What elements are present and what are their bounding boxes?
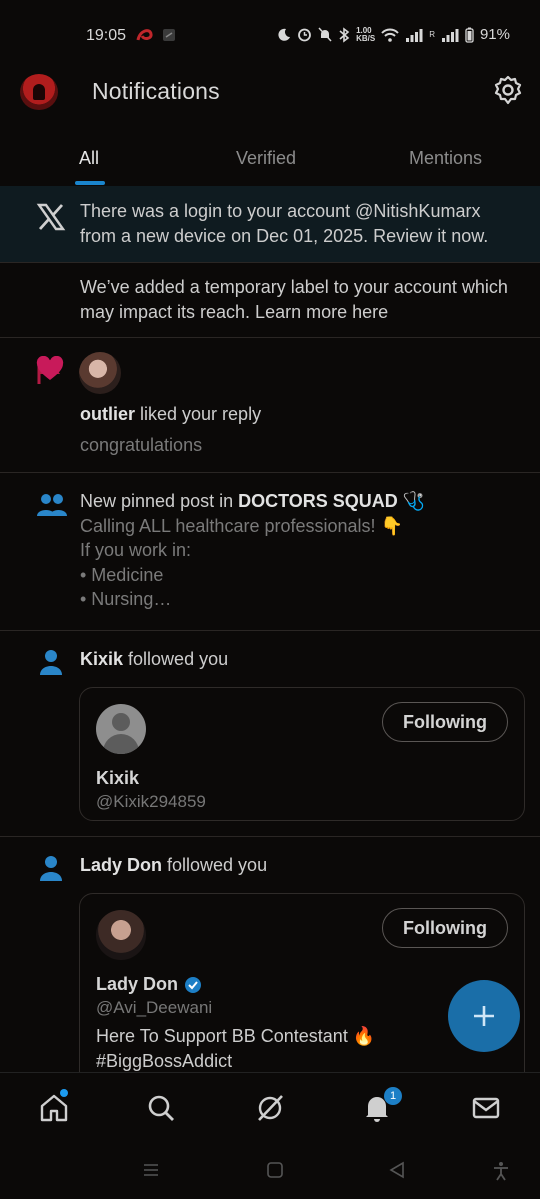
airtel-icon [136, 29, 153, 41]
mute-icon [318, 27, 332, 42]
follow-summary: Kixik followed you [80, 649, 229, 669]
roaming-label: R [429, 30, 435, 39]
system-navigation-bar [0, 1145, 540, 1199]
user-card[interactable]: Following Kixik @Kixik294859 [79, 687, 525, 821]
page-title: Notifications [92, 78, 220, 104]
bottom-navigation: 1 [0, 1072, 540, 1142]
signal-icon-2 [441, 28, 459, 42]
notification-count-badge: 1 [384, 1087, 402, 1105]
notification-tabs: All Verified Mentions [0, 138, 540, 188]
community-icon [37, 494, 67, 516]
status-right-icons: 1.00 KB/S R 91% [277, 26, 510, 43]
alarm-icon [298, 28, 311, 42]
compose-button[interactable] [448, 980, 520, 1052]
following-button[interactable]: Following [382, 702, 508, 742]
grok-icon[interactable] [255, 1093, 285, 1123]
home-system-icon[interactable] [266, 1161, 284, 1179]
plus-icon [474, 1006, 494, 1026]
notifications-list: There was a login to your account @Nitis… [0, 186, 540, 1093]
x-logo-icon [36, 203, 66, 231]
battery-percent: 91% [479, 26, 510, 43]
active-tab-indicator [75, 181, 105, 185]
user-avatar[interactable] [96, 910, 146, 960]
recents-icon[interactable] [142, 1161, 160, 1179]
user-name: Lady Don [96, 974, 179, 994]
tab-mentions[interactable]: Mentions [409, 148, 482, 169]
notification-label[interactable]: We’ve added a temporary label to your ac… [0, 263, 540, 384]
moon-icon [278, 28, 291, 41]
user-avatar[interactable] [96, 704, 146, 754]
gear-icon[interactable] [492, 74, 524, 106]
search-icon[interactable] [146, 1093, 176, 1123]
notification-like[interactable]: outlier liked your reply congratulations [0, 338, 540, 473]
signal-icon-1 [406, 28, 423, 42]
app-notification-icon [163, 29, 175, 41]
home-unread-dot [60, 1089, 68, 1097]
home-icon[interactable] [39, 1093, 69, 1123]
notification-follow[interactable]: Kixik followed you Following Kixik @Kixi… [0, 631, 540, 837]
profile-avatar[interactable] [20, 74, 58, 110]
bluetooth-icon [339, 26, 350, 43]
tab-verified[interactable]: Verified [236, 148, 296, 169]
notification-pinned-post[interactable]: New pinned post in DOCTORS SQUAD 🩺 Calli… [0, 473, 540, 631]
user-name-row: Lady Don [96, 974, 202, 995]
wifi-icon [381, 28, 399, 42]
user-bio: Here To Support BB Contestant 🔥 #BiggBos… [96, 1026, 376, 1071]
user-name: Kixik [96, 768, 140, 788]
like-summary: outlier liked your reply [80, 404, 262, 424]
liked-reply-text: congratulations [80, 435, 203, 455]
top-app-bar: Notifications [0, 62, 540, 122]
following-button[interactable]: Following [382, 908, 508, 948]
person-icon [40, 856, 62, 881]
notification-text: We’ve added a temporary label to your ac… [80, 277, 508, 322]
community-name: DOCTORS SQUAD [238, 491, 398, 511]
status-left-icons [136, 28, 176, 44]
accessibility-icon[interactable] [492, 1161, 510, 1181]
back-icon[interactable] [388, 1161, 406, 1179]
pinned-post-text: New pinned post in DOCTORS SQUAD 🩺 Calli… [80, 491, 426, 609]
mail-icon[interactable] [471, 1093, 501, 1123]
battery-icon [465, 27, 474, 43]
verified-badge-icon [185, 976, 202, 993]
notification-login[interactable]: There was a login to your account @Nitis… [0, 186, 540, 263]
network-speed: 1.00 KB/S [356, 25, 376, 43]
status-time: 19:05 [86, 27, 127, 44]
liker-avatar[interactable] [79, 352, 121, 394]
heart-icon [36, 356, 64, 380]
follow-summary: Lady Don followed you [80, 855, 268, 875]
user-handle: @Kixik294859 [96, 792, 206, 811]
person-icon [40, 650, 62, 675]
user-handle: @Avi_Deewani [96, 998, 213, 1017]
notification-text: There was a login to your account @Nitis… [80, 201, 489, 246]
liker-name[interactable]: outlier [80, 404, 135, 424]
tab-all[interactable]: All [79, 148, 99, 169]
